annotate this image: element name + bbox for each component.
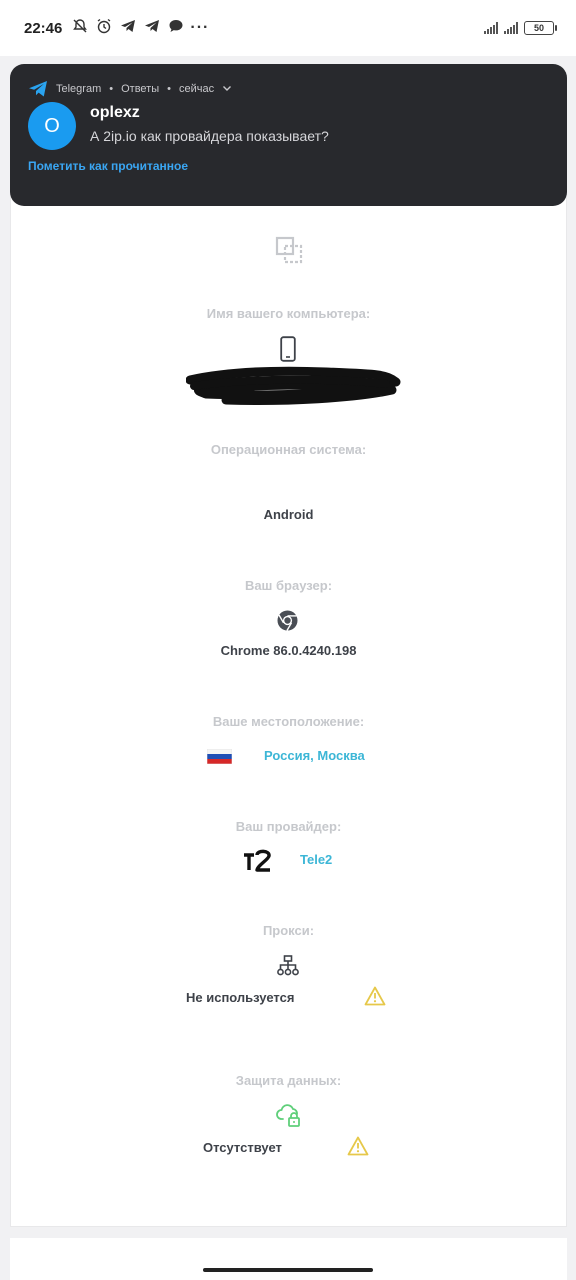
separator-dot: • [109, 83, 114, 95]
device-frame-icon [275, 236, 303, 264]
notification-message: А 2ip.io как провайдера показывает? [90, 128, 329, 144]
data-protection-value: Отсутствует [203, 1140, 282, 1155]
status-time: 22:46 [24, 19, 63, 37]
mark-as-read-button[interactable]: Пометить как прочитанное [28, 159, 188, 173]
notification-header: Telegram • Ответы • сейчас [28, 80, 232, 98]
more-notifications-icon: ··· [190, 19, 210, 36]
telegram-notification[interactable]: Telegram • Ответы • сейчас O oplexz А 2i… [10, 64, 567, 206]
provider-label: Ваш провайдер: [235, 819, 342, 834]
signal-icon [504, 22, 518, 34]
location-link[interactable]: Россия, Москва [264, 748, 365, 763]
battery-icon: 50 [524, 21, 557, 35]
os-label: Операционная система: [210, 442, 367, 457]
status-bar: 22:46 ··· 50 [0, 0, 576, 56]
telegram-icon [144, 18, 160, 39]
data-protection-label: Защита данных: [235, 1073, 342, 1088]
cloud-lock-icon [276, 1102, 302, 1128]
notification-sender: oplexz [90, 104, 140, 121]
notification-category: Ответы [121, 83, 160, 95]
notification-app: Telegram [56, 83, 102, 95]
warning-icon [364, 986, 386, 1006]
next-card [10, 1238, 567, 1280]
telegram-icon [120, 18, 136, 39]
status-right: 50 [484, 21, 557, 35]
proxy-label: Прокси: [262, 923, 315, 938]
alarm-icon [96, 18, 112, 39]
os-value: Android [263, 507, 314, 522]
notification-time: сейчас [178, 83, 215, 95]
avatar: O [28, 102, 76, 150]
chrome-icon [277, 610, 298, 631]
battery-level: 50 [533, 23, 544, 33]
location-label: Ваше местоположение: [212, 714, 365, 729]
chevron-down-icon[interactable] [222, 83, 232, 96]
proxy-value: Не используется [186, 990, 295, 1005]
browser-label: Ваш браузер: [244, 578, 333, 593]
bell-off-icon [72, 18, 88, 39]
provider-link[interactable]: Tele2 [300, 852, 332, 867]
browser-value: Chrome 86.0.4240.198 [220, 643, 357, 658]
home-gesture-bar[interactable] [203, 1268, 373, 1272]
telegram-icon [28, 80, 48, 98]
smartphone-icon [280, 336, 296, 362]
signal-icon [484, 22, 498, 34]
chat-icon [168, 18, 184, 39]
separator-dot: • [167, 83, 171, 95]
network-icon [277, 955, 299, 977]
warning-icon [347, 1136, 369, 1156]
flag-russia-icon [207, 749, 232, 764]
computer-name-label: Имя вашего компьютера: [206, 306, 371, 321]
tele2-logo [243, 848, 273, 872]
redacted-computer-name [185, 364, 402, 408]
status-notification-icons [72, 18, 184, 39]
